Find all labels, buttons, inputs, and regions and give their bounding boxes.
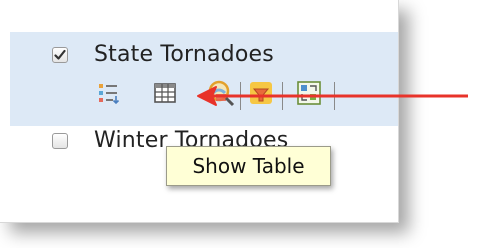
toolbar-separator [334, 82, 335, 110]
tooltip: Show Table [166, 146, 331, 186]
show-table-button[interactable] [150, 78, 180, 108]
layer-visibility-checkbox[interactable] [52, 46, 68, 63]
filter-button[interactable] [246, 78, 276, 108]
legend-button[interactable] [94, 78, 124, 108]
zoom-to-icon [208, 80, 235, 107]
filter-icon [250, 82, 272, 104]
layers-panel: State Tornadoes Winter Tornadoes [0, 0, 399, 223]
zoom-to-layer-button[interactable] [206, 78, 236, 108]
tooltip-text: Show Table [192, 154, 305, 178]
layer-visibility-checkbox[interactable] [52, 132, 68, 149]
toolbar-separator [240, 82, 241, 110]
table-icon [154, 83, 176, 103]
layer-label: State Tornadoes [94, 42, 274, 67]
checkmark-icon [54, 49, 66, 60]
legend-icon [99, 84, 120, 105]
layer-item-state-tornadoes[interactable]: State Tornadoes [52, 42, 274, 67]
toolbar-separator [282, 82, 283, 110]
style-icon [297, 81, 321, 105]
style-button[interactable] [294, 78, 324, 108]
